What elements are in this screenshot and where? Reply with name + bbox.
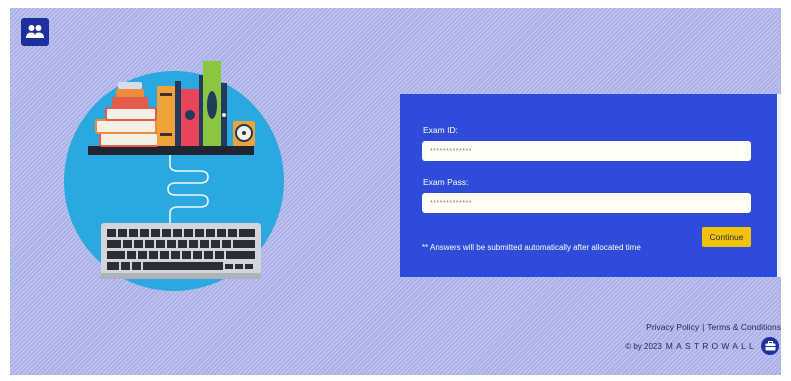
briefcase-icon (765, 341, 775, 351)
panel-side-strip (777, 94, 781, 277)
footer-links: Privacy Policy | Terms & Conditions (646, 322, 781, 332)
exam-pass-label: Exam Pass: (423, 177, 469, 187)
exam-login-panel: Exam ID: Exam Pass: Continue ** Answers … (400, 94, 777, 277)
terms-conditions-link[interactable]: Terms & Conditions (707, 322, 781, 332)
continue-button[interactable]: Continue (702, 227, 751, 247)
app-logo[interactable] (21, 18, 49, 46)
users-icon (26, 25, 44, 38)
shelf (88, 146, 254, 155)
clock-object (233, 121, 255, 146)
books-keyboard-illustration (64, 61, 284, 291)
brand-logo[interactable] (761, 337, 779, 355)
copyright: © by 2023 MASTROWALL (625, 337, 779, 355)
login-page: Exam ID: Exam Pass: Continue ** Answers … (10, 8, 781, 375)
exam-id-label: Exam ID: (423, 125, 458, 135)
keyboard (101, 223, 261, 279)
copyright-text: © by 2023 (625, 341, 662, 351)
exam-id-input[interactable] (422, 141, 751, 161)
auto-submit-notice: ** Answers will be submitted automatical… (422, 243, 641, 252)
footer-separator: | (702, 322, 705, 332)
brand-name: MASTROWALL (665, 341, 757, 351)
privacy-policy-link[interactable]: Privacy Policy (646, 322, 699, 332)
exam-pass-input[interactable] (422, 193, 751, 213)
